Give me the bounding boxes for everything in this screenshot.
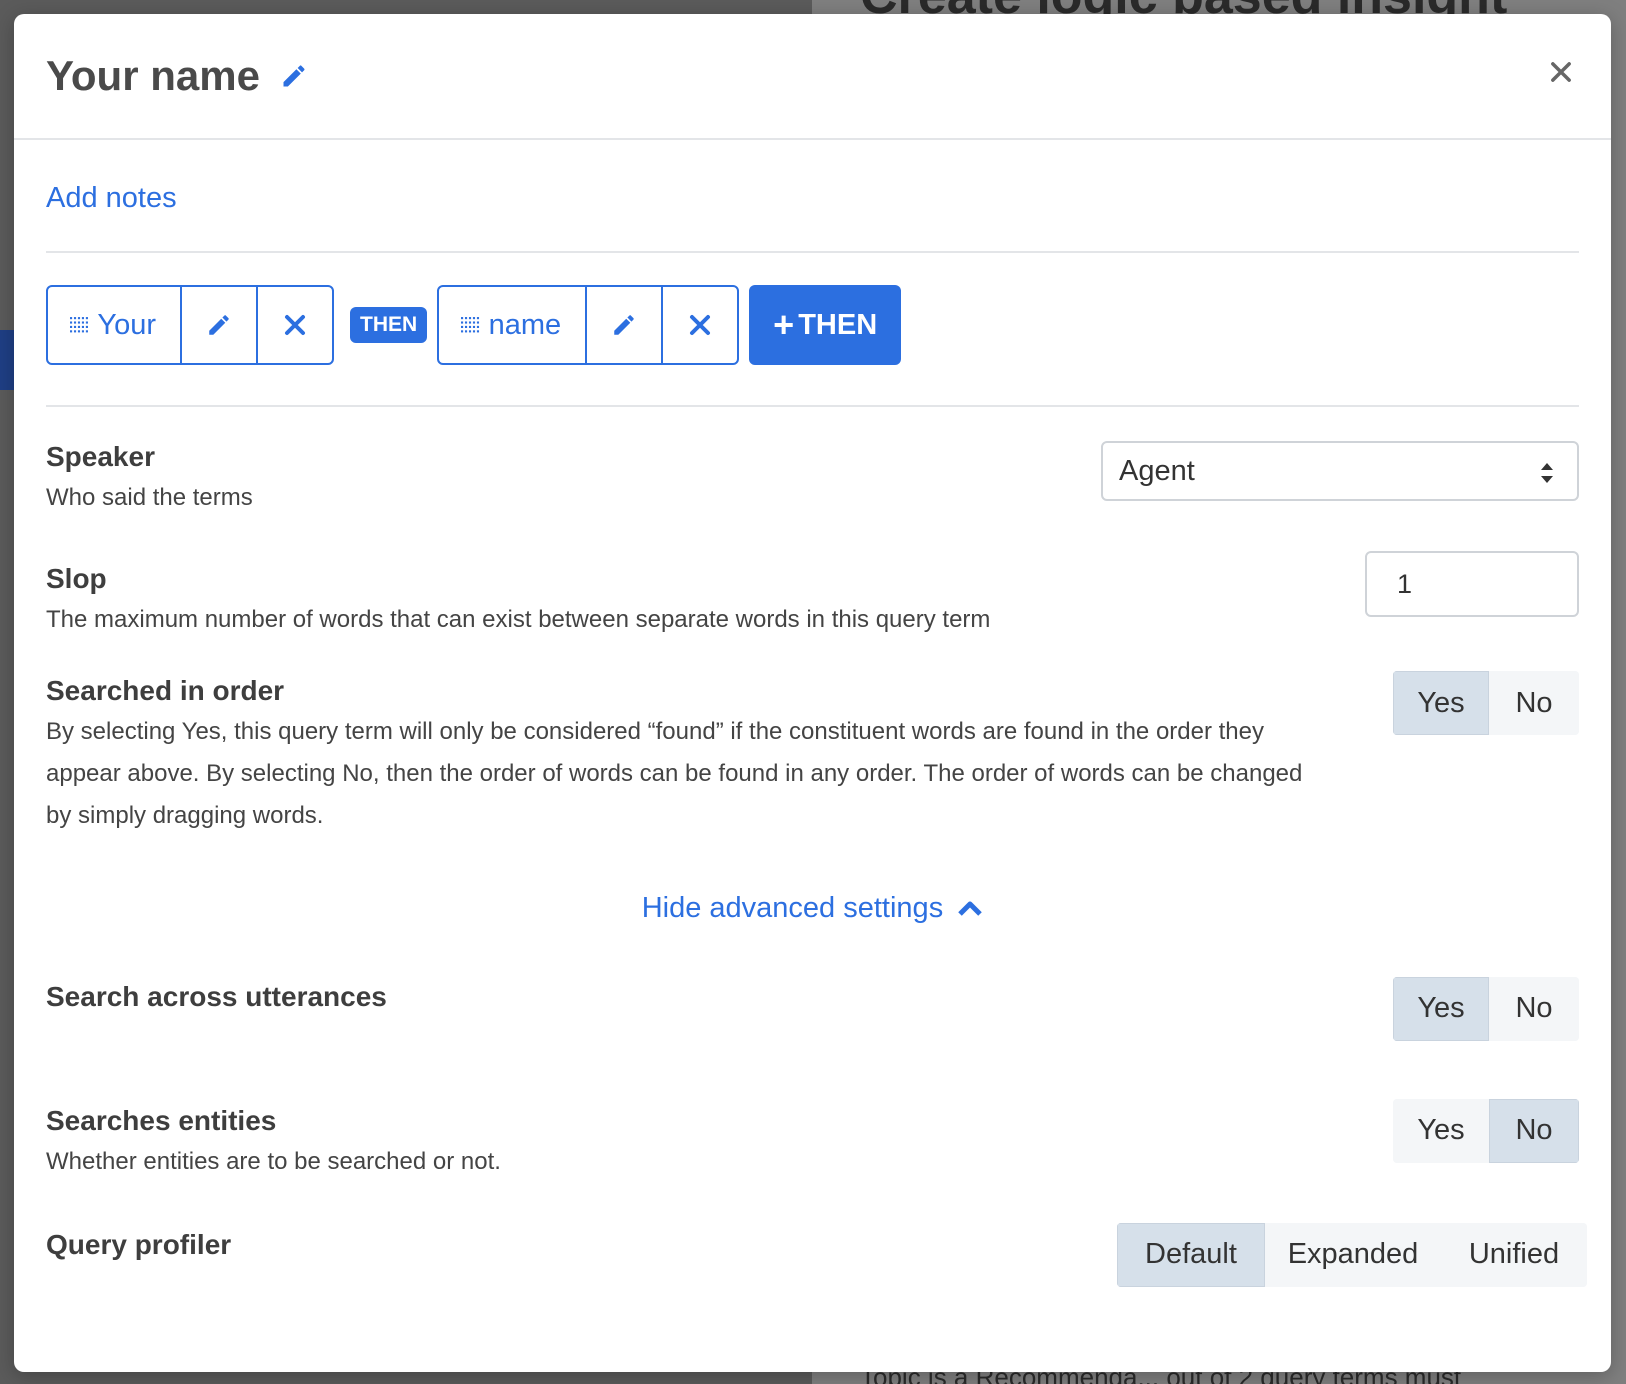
searches-entities-no[interactable]: No bbox=[1489, 1098, 1579, 1163]
plus-icon: + bbox=[773, 304, 795, 345]
searched-in-order-toggle: Yes No bbox=[1393, 671, 1579, 735]
query-profiler-unified[interactable]: Unified bbox=[1441, 1222, 1587, 1287]
searches-entities-yes[interactable]: Yes bbox=[1393, 1098, 1489, 1163]
add-notes-link[interactable]: Add notes bbox=[46, 182, 177, 215]
search-across-utterances-yes[interactable]: Yes bbox=[1393, 976, 1489, 1041]
then-badge: THEN bbox=[350, 307, 428, 343]
hide-advanced-settings-link[interactable]: Hide advanced settings bbox=[46, 891, 1579, 925]
query-profiler-expanded[interactable]: Expanded bbox=[1265, 1222, 1441, 1287]
edit-title-pencil-icon[interactable] bbox=[280, 62, 308, 90]
speaker-select[interactable]: Agent bbox=[1101, 441, 1579, 501]
pencil-icon bbox=[614, 315, 634, 335]
query-profiler-default[interactable]: Default bbox=[1117, 1222, 1265, 1287]
modal-body: Add notes Your THEN name + THEN Speaker … bbox=[14, 140, 1611, 1309]
divider bbox=[46, 251, 1579, 253]
chevron-up-icon bbox=[958, 901, 983, 917]
drag-grip-icon[interactable] bbox=[461, 316, 480, 334]
speaker-setting: Speaker Who said the terms Agent bbox=[46, 441, 1579, 531]
searched-in-order-description: By selecting Yes, this query term will o… bbox=[46, 718, 1303, 829]
term-word-label: Your bbox=[97, 308, 156, 341]
query-term-modal: Your name Add notes Your THEN name + THE… bbox=[14, 14, 1611, 1372]
add-then-button[interactable]: + THEN bbox=[749, 285, 902, 365]
searches-entities-setting: Searches entities Whether entities are t… bbox=[46, 1098, 1579, 1229]
hide-advanced-label: Hide advanced settings bbox=[641, 891, 944, 924]
background-sidebar-accent bbox=[0, 330, 14, 390]
slop-input[interactable]: 1 bbox=[1365, 551, 1579, 617]
close-icon bbox=[690, 315, 711, 335]
close-icon[interactable] bbox=[1541, 52, 1581, 92]
term-group-2: name bbox=[437, 285, 740, 365]
remove-term-button[interactable] bbox=[661, 285, 740, 365]
search-across-utterances-toggle: Yes No bbox=[1393, 976, 1579, 1041]
speaker-select-value: Agent bbox=[1119, 454, 1195, 487]
remove-term-button[interactable] bbox=[256, 285, 334, 365]
edit-term-button[interactable] bbox=[585, 285, 664, 365]
edit-term-button[interactable] bbox=[180, 285, 258, 365]
divider bbox=[46, 405, 1579, 407]
close-icon bbox=[285, 315, 305, 335]
term-word-chip[interactable]: Your bbox=[46, 285, 182, 365]
term-word-label: name bbox=[488, 308, 562, 341]
search-across-utterances-no[interactable]: No bbox=[1489, 976, 1579, 1041]
searched-in-order-no[interactable]: No bbox=[1489, 671, 1579, 735]
search-across-utterances-label: Search across utterances bbox=[46, 980, 387, 1012]
searched-in-order-label: Searched in order bbox=[46, 675, 285, 706]
term-word-chip[interactable]: name bbox=[437, 285, 588, 365]
slop-setting: Slop The maximum number of words that ca… bbox=[46, 551, 1579, 653]
modal-title: Your name bbox=[46, 52, 260, 99]
searched-in-order-yes[interactable]: Yes bbox=[1393, 671, 1489, 735]
term-group-1: Your bbox=[46, 285, 334, 365]
slop-label: Slop bbox=[46, 563, 107, 594]
searches-entities-description: Whether entities are to be searched or n… bbox=[46, 1147, 501, 1175]
query-terms-row: Your THEN name + THEN bbox=[46, 285, 1579, 365]
modal-header: Your name bbox=[14, 14, 1611, 140]
add-then-label: THEN bbox=[798, 308, 878, 341]
searched-in-order-setting: Searched in order By selecting Yes, this… bbox=[46, 671, 1579, 837]
searches-entities-label: Searches entities bbox=[46, 1104, 277, 1136]
pencil-icon bbox=[209, 315, 229, 335]
modal-title-row: Your name bbox=[46, 52, 308, 100]
query-profiler-setting: Query profiler Default Expanded Unified bbox=[46, 1222, 1587, 1309]
query-profiler-toggle: Default Expanded Unified bbox=[1117, 1222, 1587, 1287]
searches-entities-toggle: Yes No bbox=[1393, 1098, 1579, 1163]
slop-description: The maximum number of words that can exi… bbox=[46, 606, 991, 633]
sort-arrows-icon bbox=[1541, 463, 1553, 483]
drag-grip-icon[interactable] bbox=[70, 316, 89, 334]
search-across-utterances-setting: Search across utterances Yes No bbox=[46, 976, 1579, 1105]
